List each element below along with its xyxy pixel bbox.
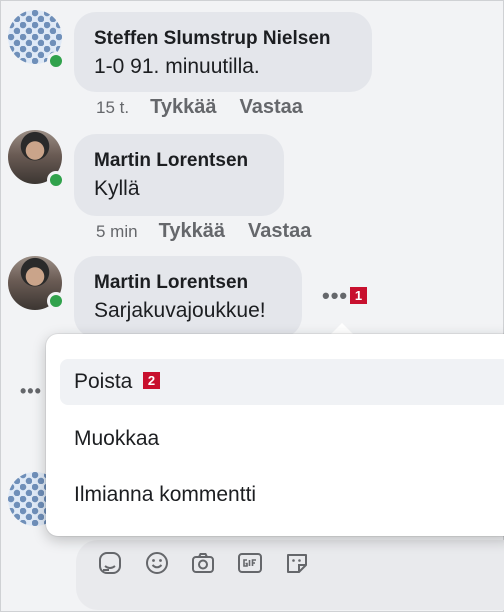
menu-item-label: Muokkaa <box>74 427 160 450</box>
comment-bubble[interactable]: Martin Lorentsen Sarjakuvajoukkue! <box>74 256 302 338</box>
more-options-icon[interactable]: ••• <box>20 381 42 402</box>
like-button[interactable]: Tykkää <box>150 96 216 118</box>
annotation-badge: 1 <box>350 287 367 304</box>
comment-author[interactable]: Steffen Slumstrup Nielsen <box>94 26 352 52</box>
more-options-icon[interactable]: ••• <box>322 283 348 309</box>
comment-actions: 15 t. Tykkää Vastaa <box>96 96 321 119</box>
online-status-dot <box>47 292 65 310</box>
comment-actions: 5 min Tykkää Vastaa <box>96 220 329 243</box>
emoji-icon[interactable] <box>144 550 170 576</box>
online-status-dot <box>47 52 65 70</box>
menu-item-edit[interactable]: Muokkaa <box>60 416 504 462</box>
camera-icon[interactable] <box>190 550 216 576</box>
menu-item-delete[interactable]: Poista <box>60 359 504 405</box>
menu-item-label: Ilmianna kommentti <box>74 483 257 506</box>
sticker-face-icon[interactable] <box>284 550 310 576</box>
sticker-icon[interactable] <box>97 550 123 576</box>
comment-author[interactable]: Martin Lorentsen <box>94 270 282 296</box>
comment-text: Sarjakuvajoukkue! <box>94 299 266 322</box>
comment-context-menu: Poista Muokkaa Ilmianna kommentti <box>46 334 504 536</box>
annotation-badge: 2 <box>143 372 160 389</box>
comment-text: Kyllä <box>94 177 140 200</box>
comment-text: 1-0 91. minuutilla. <box>94 55 260 78</box>
comment-bubble[interactable]: Steffen Slumstrup Nielsen 1-0 91. minuut… <box>74 12 372 92</box>
menu-item-report[interactable]: Ilmianna kommentti <box>60 472 504 518</box>
comment-time[interactable]: 5 min <box>96 222 138 241</box>
reply-button[interactable]: Vastaa <box>239 96 302 118</box>
comment-author[interactable]: Martin Lorentsen <box>94 148 264 174</box>
comment-time[interactable]: 15 t. <box>96 98 129 117</box>
menu-item-label: Poista <box>74 370 133 393</box>
gif-icon[interactable] <box>237 550 263 576</box>
reply-button[interactable]: Vastaa <box>248 220 311 242</box>
comment-bubble[interactable]: Martin Lorentsen Kyllä <box>74 134 284 216</box>
online-status-dot <box>47 171 65 189</box>
like-button[interactable]: Tykkää <box>159 220 225 242</box>
